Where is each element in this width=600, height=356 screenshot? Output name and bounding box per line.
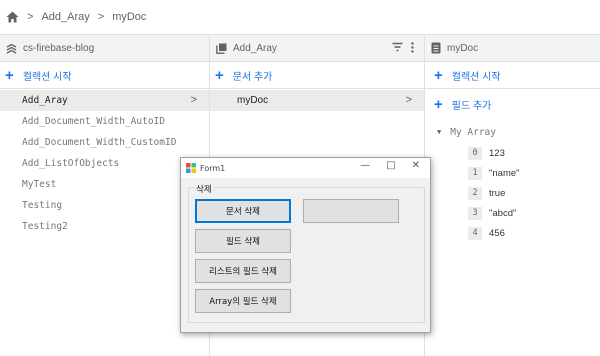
collection-item[interactable]: Add_Document_Width_AutoID xyxy=(0,111,209,132)
delete-field-button[interactable]: 필드 삭제 xyxy=(195,229,291,253)
collection-item[interactable]: Add_Document_Width_CustomID xyxy=(0,132,209,153)
project-name: cs-firebase-blog xyxy=(23,42,95,54)
expand-triangle-icon[interactable]: ▼ xyxy=(437,128,441,136)
array-element[interactable]: 2 true xyxy=(425,183,600,203)
collection-item[interactable]: MyTest xyxy=(0,174,209,195)
start-collection-label: 컬렉션 시작 xyxy=(22,71,72,83)
fields-panel: myDoc + 컬렉션 시작 + 필드 추가 ▼ My Array 0 1 2 3 … xyxy=(425,35,600,356)
array-index: 1 xyxy=(468,166,482,180)
document-icon xyxy=(431,42,441,54)
array-value: "name" xyxy=(489,167,520,179)
array-index: 4 xyxy=(468,226,482,240)
breadcrumb-collection[interactable]: Add_Aray xyxy=(41,11,89,23)
maximize-icon[interactable]: □ xyxy=(386,160,395,171)
collection-item[interactable]: Add_ListOfObjects xyxy=(0,153,209,174)
add-document-label: 문서 추가 xyxy=(232,71,273,83)
field-name: My Array xyxy=(450,126,496,138)
start-collection-button[interactable]: + 컬렉션 시작 xyxy=(425,62,600,89)
array-index: 0 xyxy=(468,146,482,160)
collection-name: Add_Document_Width_CustomID xyxy=(22,137,177,148)
document-header: myDoc xyxy=(425,35,600,62)
start-collection-label: 컬렉션 시작 xyxy=(451,71,501,83)
breadcrumb-document[interactable]: myDoc xyxy=(112,11,146,23)
breadcrumb-separator-icon: > xyxy=(97,11,105,23)
document-name: myDoc xyxy=(237,95,269,106)
collection-name: Add_Document_Width_AutoID xyxy=(22,116,165,127)
collection-title: Add_Aray xyxy=(233,42,277,54)
document-title: myDoc xyxy=(447,42,479,54)
collection-name: Add_ListOfObjects xyxy=(22,158,120,169)
close-icon[interactable]: ✕ xyxy=(412,160,420,171)
collection-name: Testing xyxy=(22,200,63,211)
breadcrumb: > Add_Aray > myDoc xyxy=(0,0,600,35)
project-icon xyxy=(6,43,17,54)
blank-button[interactable] xyxy=(303,199,399,223)
document-item[interactable]: myDoc > xyxy=(210,90,424,111)
window-title: Form1 xyxy=(200,163,226,173)
delete-document-button[interactable]: 문서 삭제 xyxy=(195,199,291,223)
plus-icon: + xyxy=(434,96,443,113)
array-value: 456 xyxy=(489,227,505,239)
collections-panel: cs-firebase-blog + 컬렉션 시작 Add_Aray > Add… xyxy=(0,35,210,356)
filter-icon[interactable] xyxy=(392,42,403,53)
form1-window: Form1 — □ ✕ 삭제 문서 삭제 필드 삭제 리스트의 필드 삭제 Ar… xyxy=(180,157,431,333)
array-element[interactable]: 1 "name" xyxy=(425,163,600,183)
collection-icon xyxy=(216,43,227,54)
add-field-button[interactable]: + 필드 추가 xyxy=(425,91,600,118)
array-value: 123 xyxy=(489,147,505,159)
chevron-right-icon: > xyxy=(405,94,412,106)
add-document-button[interactable]: + 문서 추가 xyxy=(210,62,424,89)
more-vert-icon[interactable] xyxy=(411,42,414,53)
chevron-right-icon: > xyxy=(190,94,197,106)
array-index: 2 xyxy=(468,186,482,200)
array-field[interactable]: ▼ My Array xyxy=(425,121,600,143)
collection-name: MyTest xyxy=(22,179,57,190)
breadcrumb-separator-icon: > xyxy=(27,11,34,23)
delete-list-field-button[interactable]: 리스트의 필드 삭제 xyxy=(195,259,291,283)
minimize-icon[interactable]: — xyxy=(360,160,370,171)
window-title-bar[interactable]: Form1 — □ ✕ xyxy=(181,158,430,178)
collection-header: Add_Aray xyxy=(210,35,424,62)
collection-name: Testing2 xyxy=(22,221,68,232)
array-index: 3 xyxy=(468,206,482,220)
plus-icon: + xyxy=(215,66,224,84)
groupbox-label: 삭제 xyxy=(194,183,214,195)
app-icon xyxy=(186,163,196,173)
collection-item[interactable]: Testing xyxy=(0,195,209,216)
start-collection-button[interactable]: + 컬렉션 시작 xyxy=(0,62,209,89)
array-element[interactable]: 4 456 xyxy=(425,223,600,243)
array-value: true xyxy=(489,187,506,199)
add-field-label: 필드 추가 xyxy=(451,101,492,112)
delete-array-field-button[interactable]: Array의 필드 삭제 xyxy=(195,289,291,313)
home-icon[interactable] xyxy=(6,11,19,23)
array-element[interactable]: 3 "abcd" xyxy=(425,203,600,223)
collection-name: Add_Aray xyxy=(22,95,68,106)
collection-item[interactable]: Testing2 xyxy=(0,216,209,237)
array-value: "abcd" xyxy=(489,207,517,219)
array-element[interactable]: 0 123 xyxy=(425,143,600,163)
project-header: cs-firebase-blog xyxy=(0,35,209,62)
plus-icon: + xyxy=(5,66,14,84)
plus-icon: + xyxy=(434,66,443,84)
collection-item[interactable]: Add_Aray > xyxy=(0,90,209,111)
